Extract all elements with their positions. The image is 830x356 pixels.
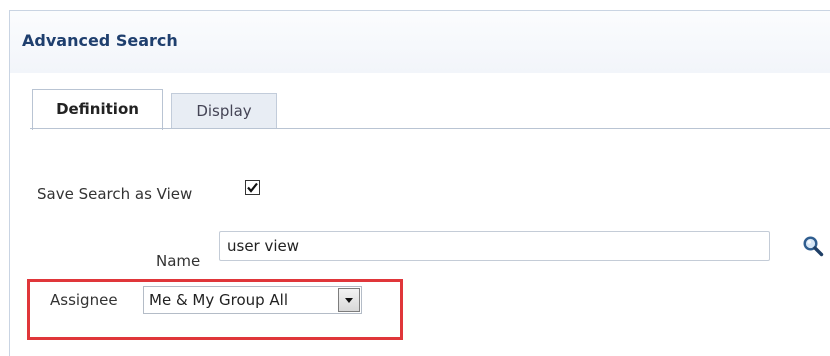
search-icon[interactable] xyxy=(802,235,824,257)
tab-divider xyxy=(30,128,830,129)
checkmark-icon xyxy=(247,182,258,193)
name-label: Name xyxy=(156,252,201,270)
save-search-checkbox[interactable] xyxy=(245,180,260,195)
assignee-value: Me & My Group All xyxy=(149,291,289,309)
tab-definition[interactable]: Definition xyxy=(32,89,163,130)
save-search-label: Save Search as View xyxy=(37,185,193,203)
panel-header: Advanced Search xyxy=(10,11,830,73)
tab-display[interactable]: Display xyxy=(171,93,277,128)
assignee-select[interactable]: Me & My Group All xyxy=(143,286,362,314)
name-input[interactable] xyxy=(219,231,770,261)
assignee-label: Assignee xyxy=(50,291,118,309)
panel-title: Advanced Search xyxy=(22,31,178,50)
chevron-down-icon[interactable] xyxy=(338,288,360,312)
tab-strip: Definition Display xyxy=(10,83,830,131)
